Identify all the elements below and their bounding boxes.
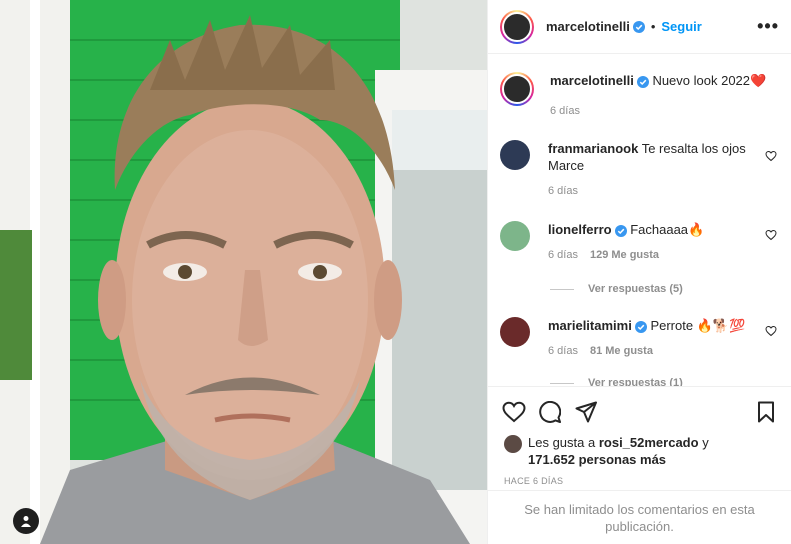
commenter-avatar[interactable] — [500, 317, 530, 347]
selfie-illustration — [0, 0, 487, 544]
comment-text: Perrote 🔥🐕💯 — [650, 318, 746, 333]
view-replies-label: Ver respuestas (5) — [588, 283, 683, 295]
comment-item: lionelferro Fachaaaa🔥 6 días 129 Me gusta — [500, 221, 779, 264]
view-replies-button[interactable]: Ver respuestas (1) — [550, 377, 683, 386]
heart-icon[interactable] — [765, 325, 777, 337]
comment-username[interactable]: marielitamimi — [548, 318, 632, 333]
comments-limited-notice: Se han limitado los comentarios en esta … — [488, 490, 791, 544]
comment-text-block: lionelferro Fachaaaa🔥 6 días 129 Me gusta — [548, 221, 779, 264]
instagram-post: marcelotinelli • Seguir ••• marcelotinel… — [0, 0, 791, 544]
comment-meta: 6 días 81 Me gusta — [548, 343, 779, 360]
likes-count[interactable]: 171.652 personas más — [528, 452, 666, 467]
likes-mid: y — [702, 435, 709, 450]
comment-like-count[interactable]: 129 Me gusta — [590, 249, 659, 261]
post-side-panel: marcelotinelli • Seguir ••• marcelotinel… — [487, 0, 791, 544]
liker-username[interactable]: rosi_52mercado — [599, 435, 699, 450]
view-replies-button[interactable]: Ver respuestas (5) — [550, 283, 683, 295]
comment-icon[interactable] — [539, 401, 561, 423]
post-timestamp[interactable]: HACE 6 DÍAS — [504, 476, 563, 486]
comment-username[interactable]: lionelferro — [548, 222, 612, 237]
commenter-avatar[interactable] — [500, 140, 530, 170]
comment-text-block: marielitamimi Perrote 🔥🐕💯 6 días 81 Me gu… — [548, 317, 779, 360]
likes-text: Les gusta a rosi_52mercado y 171.652 per… — [528, 434, 709, 468]
caption-row: marcelotinelli Nuevo look 2022❤️ 6 días — [500, 72, 779, 120]
liker-avatar[interactable] — [504, 435, 522, 453]
comments-list[interactable]: marcelotinelli Nuevo look 2022❤️ 6 días … — [488, 54, 791, 386]
more-options-icon[interactable]: ••• — [757, 16, 779, 37]
commenter-avatar[interactable] — [500, 221, 530, 251]
heart-icon[interactable] — [765, 150, 777, 162]
author-avatar[interactable] — [500, 9, 534, 44]
comment-meta: 6 días 129 Me gusta — [548, 247, 779, 264]
heart-icon[interactable] — [502, 401, 526, 423]
likes-prefix: Les gusta a — [528, 435, 596, 450]
comment-like-count[interactable]: 81 Me gusta — [590, 345, 653, 357]
likes-summary: Les gusta a rosi_52mercado y 171.652 per… — [504, 434, 779, 468]
user-tag-icon — [21, 516, 31, 527]
comment-time[interactable]: 6 días — [548, 345, 578, 357]
share-icon[interactable] — [575, 401, 597, 423]
caption-text-block: marcelotinelli Nuevo look 2022❤️ 6 días — [550, 72, 779, 120]
verified-badge-icon — [636, 75, 649, 88]
user-tag-button[interactable] — [13, 508, 39, 534]
verified-badge-icon — [614, 224, 627, 237]
comment-item: franmarianook Te resalta los ojos Marce … — [500, 140, 779, 200]
heart-icon[interactable] — [765, 229, 777, 241]
post-header: marcelotinelli • Seguir ••• — [488, 0, 791, 54]
verified-badge-icon — [632, 20, 645, 33]
caption-avatar[interactable] — [500, 72, 534, 106]
comment-username[interactable]: franmarianook — [548, 141, 638, 156]
bookmark-icon[interactable] — [757, 401, 775, 423]
action-bar — [488, 386, 791, 437]
follow-button[interactable]: Seguir — [661, 19, 701, 34]
view-replies-label: Ver respuestas (1) — [588, 377, 683, 386]
caption-time[interactable]: 6 días — [550, 103, 779, 120]
comment-time[interactable]: 6 días — [548, 183, 779, 200]
comment-text-block: franmarianook Te resalta los ojos Marce … — [548, 140, 779, 200]
comment-item: marielitamimi Perrote 🔥🐕💯 6 días 81 Me gu… — [500, 317, 779, 360]
caption-text: Nuevo look 2022❤️ — [652, 73, 767, 88]
replies-divider — [550, 382, 574, 384]
author-username[interactable]: marcelotinelli — [546, 19, 630, 34]
comment-time[interactable]: 6 días — [548, 249, 578, 261]
comment-text: Fachaaaa🔥 — [630, 222, 705, 237]
caption-username[interactable]: marcelotinelli — [550, 73, 634, 88]
post-photo[interactable] — [0, 0, 487, 544]
separator-dot: • — [650, 19, 656, 34]
verified-badge-icon — [634, 320, 647, 333]
replies-divider — [550, 288, 574, 290]
